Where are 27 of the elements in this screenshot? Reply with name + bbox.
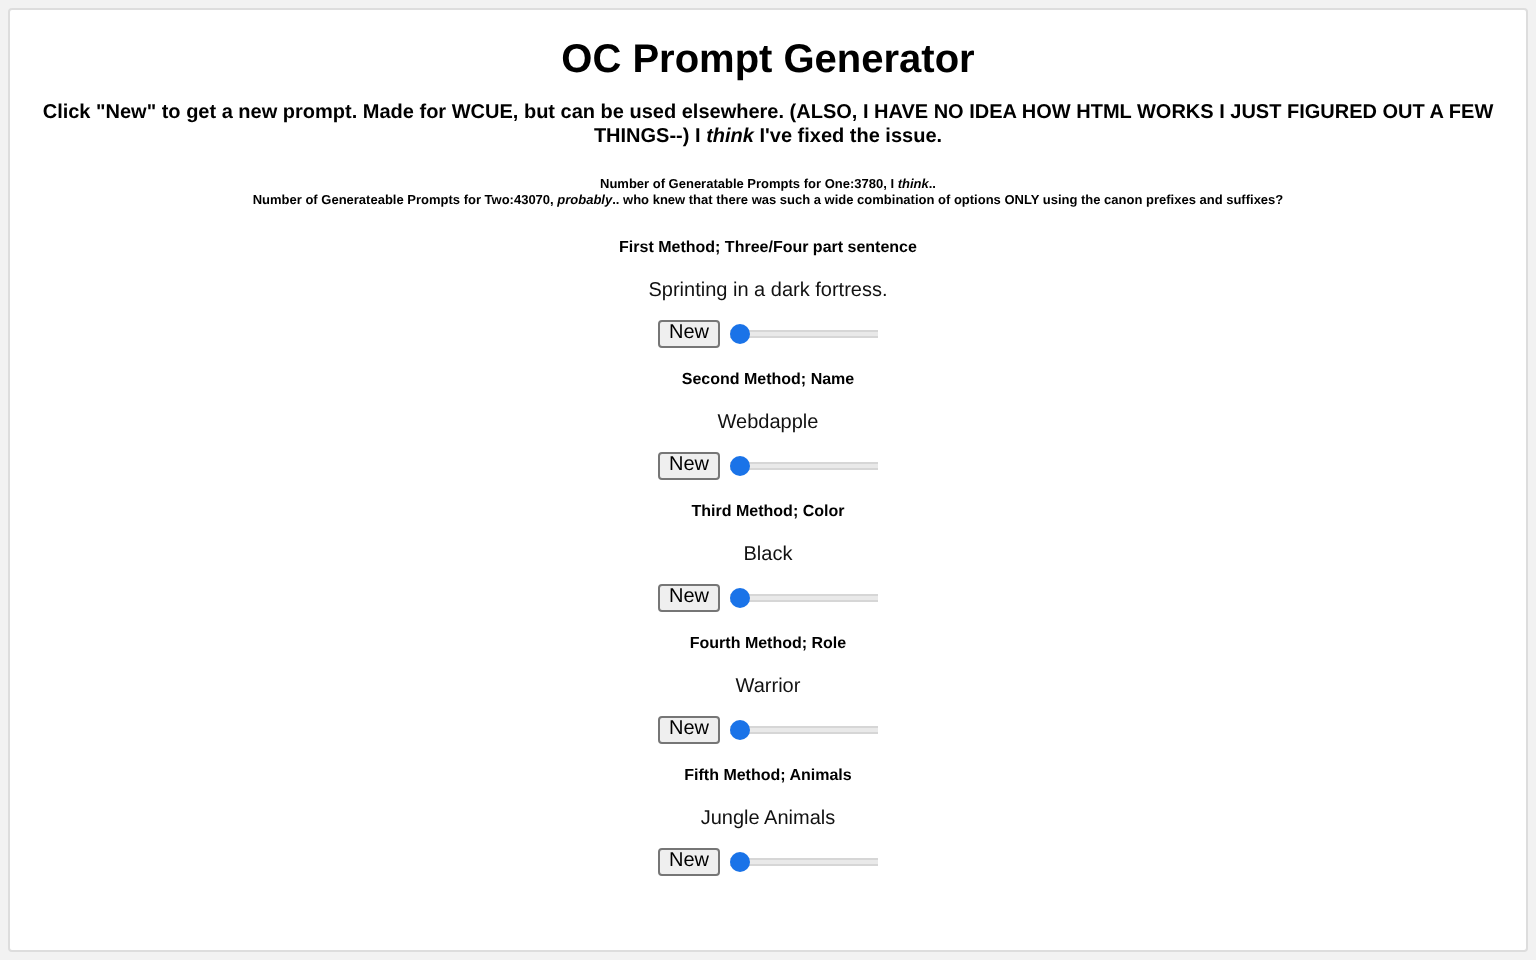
- new-button[interactable]: New: [658, 848, 719, 876]
- new-button[interactable]: New: [658, 716, 719, 744]
- slider-track[interactable]: [729, 324, 877, 344]
- page-title: OC Prompt Generator: [559, 38, 977, 84]
- slider-track[interactable]: [729, 852, 877, 872]
- method-heading: Third Method; Color: [691, 502, 845, 520]
- prompt-result: Webdapple: [717, 412, 819, 434]
- new-button[interactable]: New: [658, 320, 719, 348]
- slider-thumb[interactable]: [729, 456, 749, 476]
- method-heading: First Method; Three/Four part sentence: [619, 238, 917, 256]
- method-heading: Second Method; Name: [681, 370, 855, 388]
- new-button[interactable]: New: [658, 452, 719, 480]
- intro-text: Click "New" to get a new prompt. Made for WCUE, but can be used elsewhere. (ALSO, I HAVE NO IDEA HOW HTML WORKS I JUST FIGURED OUT A FEW THINGS--) I think I've fixed the issue.: [40, 102, 1496, 150]
- slider-thumb[interactable]: [729, 720, 749, 740]
- slider-thumb[interactable]: [729, 324, 749, 344]
- prompt-result: Warrior: [735, 676, 801, 698]
- slider-thumb[interactable]: [729, 588, 749, 608]
- new-button[interactable]: New: [658, 584, 719, 612]
- slider-thumb[interactable]: [729, 852, 749, 872]
- slider-track[interactable]: [729, 588, 877, 608]
- method-heading: Fourth Method; Role: [689, 634, 847, 652]
- method-heading: Fifth Method; Animals: [684, 766, 852, 784]
- prompt-result: Sprinting in a dark fortress.: [648, 280, 888, 302]
- prompt-result: Jungle Animals: [700, 808, 836, 830]
- slider-track[interactable]: [729, 456, 877, 476]
- prompt-result: Black: [743, 544, 793, 566]
- slider-track[interactable]: [729, 720, 877, 740]
